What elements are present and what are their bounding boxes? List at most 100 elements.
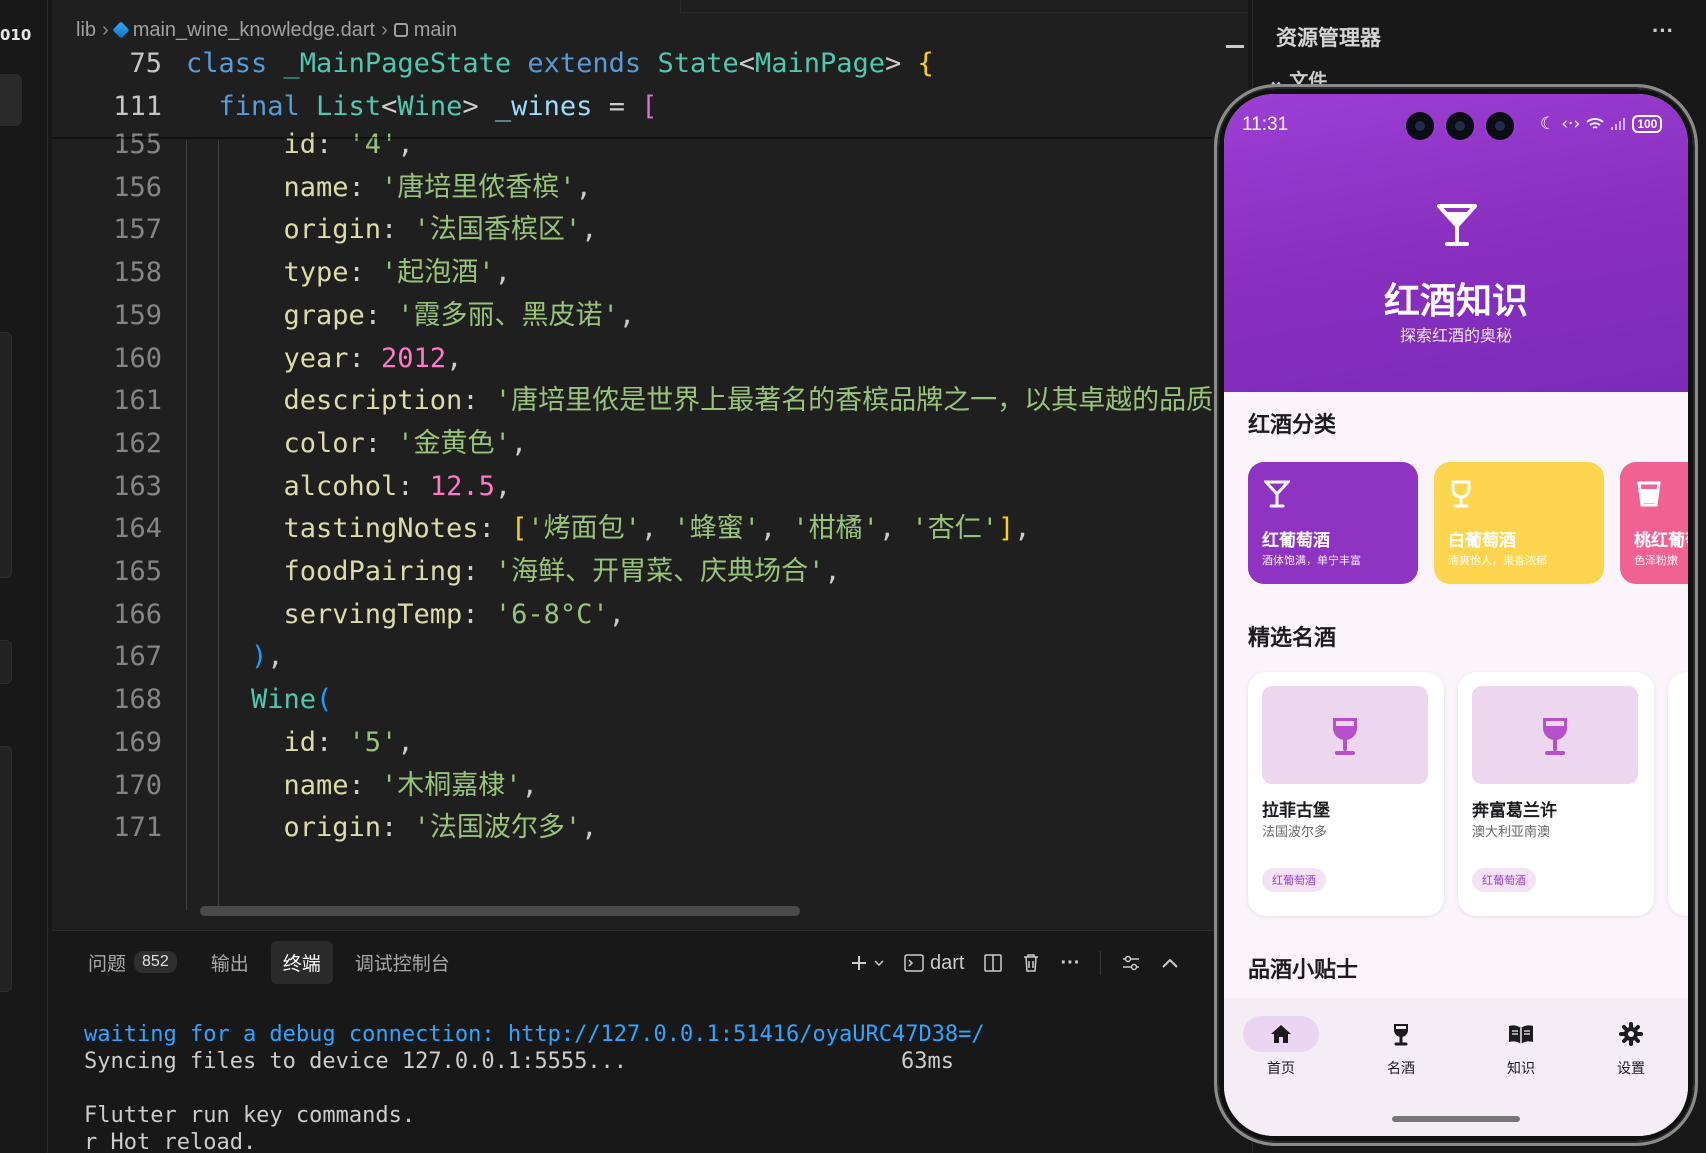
cup-icon xyxy=(1637,481,1661,507)
code-line[interactable]: 158 type: '起泡酒', xyxy=(52,250,1212,296)
line-number: 160 xyxy=(113,342,162,374)
trash-icon[interactable] xyxy=(1022,953,1040,973)
dart-file-icon xyxy=(112,21,130,39)
martini-glass-icon xyxy=(1437,204,1477,246)
code-line[interactable]: 171 origin: '法国波尔多', xyxy=(52,805,1212,851)
split-terminal-icon[interactable] xyxy=(984,954,1003,972)
phone-screen[interactable]: 11:31 ☾ ‹·› 100 红酒知识 探索红酒的奥秘 红酒分类 红葡萄酒 酒… xyxy=(1224,94,1688,1136)
sticky-code-line[interactable]: 75 class _MainPageState extends State<Mai… xyxy=(52,41,1212,87)
status-icons: ☾ ‹·› 100 xyxy=(1540,114,1663,134)
line-number: 166 xyxy=(113,598,162,630)
code-line[interactable]: 170 name: '木桐嘉棣', xyxy=(52,763,1212,809)
code-text: origin: '法国香槟区', xyxy=(283,214,598,246)
nav-item-wines[interactable]: 名酒 xyxy=(1356,1016,1446,1078)
code-line[interactable]: 163 alcohol: 12.5, xyxy=(52,464,1212,510)
code-text: class _MainPageState extends State<MainP… xyxy=(186,48,934,79)
code-text: type: '起泡酒', xyxy=(283,257,511,289)
moon-icon: ☾ xyxy=(1540,114,1556,134)
code-text: grape: '霞多丽、黑皮诺', xyxy=(283,299,636,331)
terminal-line: Flutter run key commands. xyxy=(84,1103,416,1128)
line-number: 167 xyxy=(113,641,162,673)
activity-panel-handle[interactable] xyxy=(0,640,12,684)
category-name: 桃红葡萄酒 xyxy=(1634,531,1688,551)
wine-card[interactable]: 奔富葛兰许 澳大利亚南澳 红葡萄酒 xyxy=(1458,672,1654,916)
code-line[interactable]: 168 Wine( xyxy=(52,677,1212,723)
more-icon[interactable]: ··· xyxy=(1652,18,1674,44)
code-line[interactable]: 164 tastingNotes: ['烤面包', '蜂蜜', '柑橘', '杏仁… xyxy=(52,506,1212,552)
chevron-down-icon xyxy=(874,960,884,967)
nav-label: 设置 xyxy=(1617,1061,1645,1077)
terminal-line: r Hot reload. xyxy=(84,1130,257,1153)
code-line[interactable]: 165 foodPairing: '海鲜、开胃菜、庆典场合', xyxy=(52,549,1212,595)
code-line[interactable]: 157 origin: '法国香槟区', xyxy=(52,207,1212,253)
tab-terminal[interactable]: 终端 xyxy=(270,940,333,984)
categories-title: 红酒分类 xyxy=(1248,413,1337,438)
sidebar-title: 资源管理器 xyxy=(1276,27,1381,50)
code-text: year: 2012, xyxy=(283,342,463,374)
category-name: 红葡萄酒 xyxy=(1262,531,1330,551)
line-number: 75 xyxy=(129,48,162,79)
code-line[interactable]: 162 color: '金黄色', xyxy=(52,421,1212,467)
wine-card-image xyxy=(1262,686,1428,784)
line-number: 162 xyxy=(113,427,162,459)
line-number: 158 xyxy=(113,257,162,289)
breadcrumb-file[interactable]: main_wine_knowledge.dart xyxy=(133,19,375,42)
terminal-line[interactable]: waiting for a debug connection: http://1… xyxy=(84,1022,985,1047)
tab-output[interactable]: 输出 xyxy=(199,941,261,984)
settings-sliders-icon[interactable] xyxy=(1121,954,1141,972)
category-desc: 酒体饱满，单宁丰富 xyxy=(1262,554,1361,567)
line-number: 156 xyxy=(113,171,162,203)
chevron-up-icon[interactable] xyxy=(1161,957,1179,969)
nav-label: 首页 xyxy=(1267,1061,1295,1077)
breadcrumb-folder[interactable]: lib xyxy=(76,19,96,42)
hero-banner: 11:31 ☾ ‹·› 100 红酒知识 探索红酒的奥秘 xyxy=(1224,94,1688,392)
activity-panel-handle[interactable] xyxy=(0,746,12,992)
code-line[interactable]: 169 id: '5', xyxy=(52,720,1212,766)
editor-tab-strip xyxy=(680,0,1248,13)
tab-problems[interactable]: 问题 852 xyxy=(76,941,189,984)
activity-button[interactable] xyxy=(0,74,22,126)
tab-label: 输出 xyxy=(210,953,249,975)
nav-item-knowledge[interactable]: 知识 xyxy=(1476,1016,1566,1078)
more-actions-icon[interactable]: ··· xyxy=(1060,952,1080,975)
code-line[interactable]: 167), xyxy=(52,634,1212,680)
code-line[interactable]: 166 servingTemp: '6-8°C', xyxy=(52,592,1212,638)
category-desc: 清爽怡人，果香浓郁 xyxy=(1448,554,1547,567)
chevron-right-icon: › xyxy=(381,18,388,41)
tab-label: 调试控制台 xyxy=(354,953,450,975)
camera-cutout xyxy=(1446,112,1474,140)
tab-label: 问题 xyxy=(88,953,127,975)
horizontal-scrollbar[interactable] xyxy=(200,906,800,916)
wine-name: 奔富葛兰许 xyxy=(1472,801,1557,821)
code-line[interactable]: 155 id: '4', xyxy=(52,122,1212,168)
category-card-rose[interactable]: 桃红葡萄酒 色泽粉嫩 xyxy=(1620,462,1688,584)
new-terminal-button[interactable] xyxy=(850,954,884,972)
tab-debug-console[interactable]: 调试控制台 xyxy=(343,941,462,984)
status-time: 11:31 xyxy=(1242,114,1289,135)
code-line[interactable]: 161 description: '唐培里侬是世界上最著名的香槟品牌之一，以其卓越… xyxy=(52,378,1212,424)
wine-type-tag: 红葡萄酒 xyxy=(1472,868,1536,892)
terminal-icon xyxy=(904,954,924,972)
home-indicator[interactable] xyxy=(1392,1116,1520,1122)
activity-panel-handle[interactable] xyxy=(0,332,12,578)
line-number: 171 xyxy=(113,812,162,844)
nav-item-home[interactable]: 首页 xyxy=(1236,1016,1326,1078)
terminal-shell-selector[interactable]: dart xyxy=(904,952,964,975)
featured-title: 精选名酒 xyxy=(1248,626,1337,651)
divider xyxy=(1100,951,1102,975)
nav-pill xyxy=(1483,1016,1559,1052)
category-card-red[interactable]: 红葡萄酒 酒体饱满，单宁丰富 xyxy=(1248,462,1418,584)
camera-cutout xyxy=(1406,112,1434,140)
code-text: color: '金黄色', xyxy=(283,427,528,459)
wine-card[interactable]: 拉菲古堡 法国波尔多 红葡萄酒 xyxy=(1248,672,1444,916)
code-line[interactable]: 159 grape: '霞多丽、黑皮诺', xyxy=(52,293,1212,339)
nav-item-settings[interactable]: 设置 xyxy=(1586,1016,1676,1078)
code-line[interactable]: 160 year: 2012, xyxy=(52,336,1212,382)
collapse-icon[interactable] xyxy=(1226,45,1244,48)
wine-card-partial[interactable] xyxy=(1668,672,1688,916)
code-line[interactable]: 156 name: '唐培里侬香槟', xyxy=(52,165,1212,211)
category-card-white[interactable]: 白葡萄酒 清爽怡人，果香浓郁 xyxy=(1434,462,1604,584)
plus-icon xyxy=(852,956,866,970)
breadcrumb-symbol[interactable]: main xyxy=(414,19,457,42)
terminal-timing: 63ms xyxy=(901,1049,954,1074)
